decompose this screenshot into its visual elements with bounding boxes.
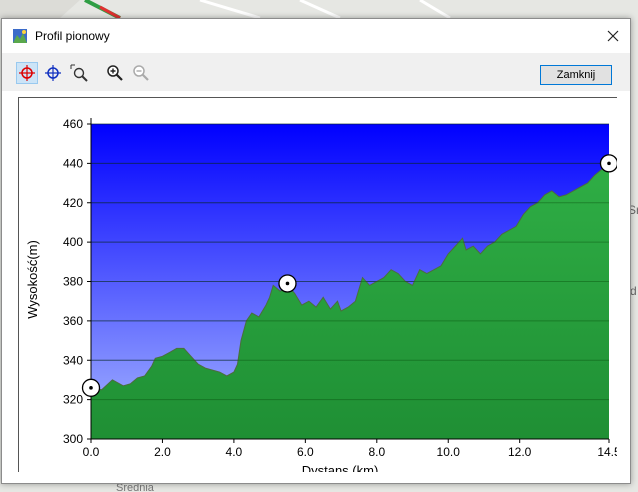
select-crosshair-tool[interactable] xyxy=(16,62,38,84)
close-icon xyxy=(607,30,619,42)
zoom-out-icon xyxy=(133,65,149,81)
waypoint-marker-dot xyxy=(607,161,611,166)
zoom-window-tool[interactable] xyxy=(68,62,90,84)
x-tick-label: 2.0 xyxy=(154,445,171,459)
y-tick-label: 380 xyxy=(63,275,83,289)
profile-window: Profil pionowy Zamknij 300 320 340 360 3… xyxy=(1,18,631,484)
y-tick-label: 340 xyxy=(63,353,83,367)
zoom-out-tool[interactable] xyxy=(130,62,152,84)
y-tick-label: 360 xyxy=(63,314,83,328)
x-tick-label: 0.0 xyxy=(83,445,100,459)
window-close-button[interactable] xyxy=(598,21,628,51)
zoom-window-icon xyxy=(70,64,88,82)
waypoint-marker-dot xyxy=(89,386,93,390)
x-tick-label: 4.0 xyxy=(226,445,243,459)
elevation-chart[interactable]: 300 320 340 360 380 400 420 440 460 0.0 2.0 4.0 6.0 8… xyxy=(19,98,617,472)
crosshair-red-icon xyxy=(19,65,35,81)
y-tick-label: 300 xyxy=(63,432,83,446)
y-tick-label: 460 xyxy=(63,117,83,131)
window-title: Profil pionowy xyxy=(35,29,110,43)
y-tick-label: 420 xyxy=(63,196,83,210)
x-tick-label: 14.5 xyxy=(597,445,617,459)
title-bar[interactable]: Profil pionowy xyxy=(2,19,630,53)
zoom-in-tool[interactable] xyxy=(104,62,126,84)
map-label-d: d xyxy=(630,284,637,298)
elevation-chart-panel: 300 320 340 360 380 400 420 440 460 0.0 2.0 4.0 6.0 8… xyxy=(18,97,617,472)
x-tick-label: 6.0 xyxy=(297,445,314,459)
y-tick-label: 320 xyxy=(63,393,83,407)
crosshair-blue-icon xyxy=(45,65,61,81)
toolbar: Zamknij xyxy=(2,53,630,91)
x-tick-label: 12.0 xyxy=(508,445,532,459)
waypoint-marker-dot xyxy=(285,281,290,286)
y-axis-title: Wysokość(m) xyxy=(25,240,40,319)
y-tick-label: 440 xyxy=(63,156,83,170)
x-tick-label: 8.0 xyxy=(368,445,385,459)
move-crosshair-tool[interactable] xyxy=(42,62,64,84)
zoom-in-icon xyxy=(107,65,123,81)
y-tick-label: 400 xyxy=(63,235,83,249)
x-axis-title: Dystans (km) xyxy=(302,463,379,472)
close-dialog-button[interactable]: Zamknij xyxy=(540,65,612,85)
profile-app-icon xyxy=(13,29,27,43)
x-tick-label: 10.0 xyxy=(437,445,461,459)
